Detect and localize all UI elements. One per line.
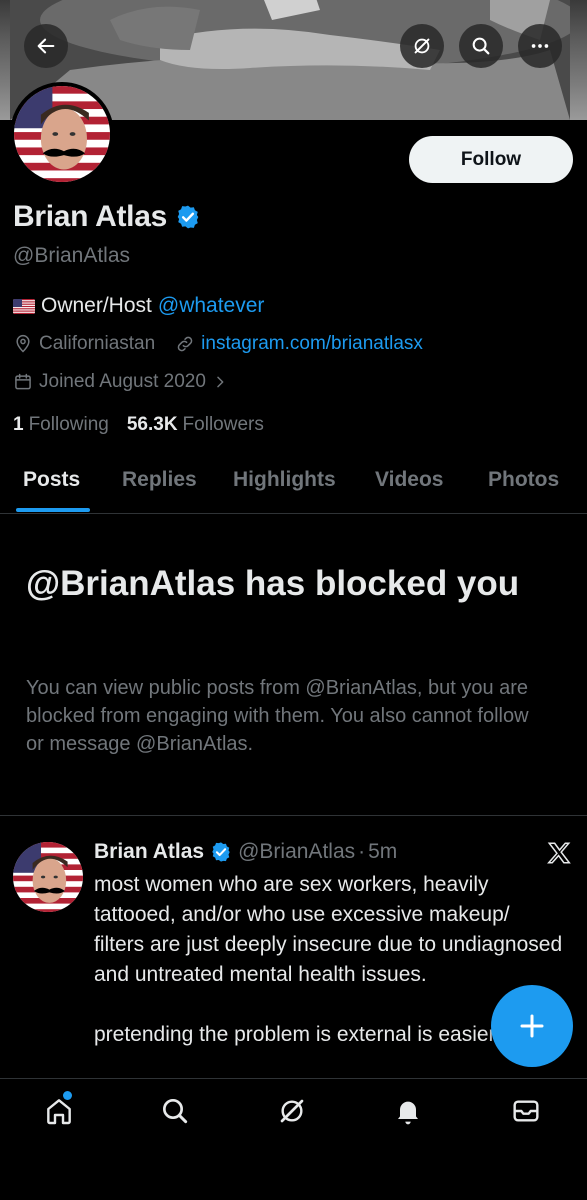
messages-icon — [513, 1100, 539, 1122]
verified-badge-icon[interactable] — [175, 204, 201, 230]
follow-button[interactable]: Follow — [409, 136, 573, 183]
more-button[interactable] — [518, 24, 562, 68]
location-item: Californiastan — [13, 333, 155, 355]
profile-name-row: Brian Atlas — [13, 200, 201, 234]
bio-mention-link[interactable]: @whatever — [158, 294, 265, 318]
tab-videos[interactable]: Videos — [375, 468, 443, 492]
verified-badge-icon — [212, 842, 230, 862]
search-icon — [163, 1099, 188, 1124]
following-count-link[interactable]: 1 Following — [13, 414, 109, 436]
grok-button[interactable] — [400, 24, 444, 68]
post-avatar[interactable] — [13, 842, 83, 912]
avatar-image — [14, 86, 110, 182]
home-notification-dot — [63, 1091, 72, 1100]
bottom-nav — [0, 1078, 587, 1200]
post-time[interactable]: 5m — [368, 840, 397, 864]
x-logo-icon — [547, 842, 571, 864]
joined-row[interactable]: Joined August 2020 — [13, 371, 248, 393]
profile-bio: Owner/Host @whatever — [13, 294, 264, 318]
post-author-handle[interactable]: @BrianAtlas — [238, 840, 355, 864]
plus-icon — [520, 1014, 544, 1038]
calendar-icon — [15, 373, 31, 390]
followers-count-link[interactable]: 56.3K Followers — [127, 414, 264, 436]
nav-notifications[interactable] — [390, 1093, 426, 1129]
profile-tabs: Posts Replies Highlights Videos Photos — [0, 452, 587, 514]
location-pin-icon — [16, 334, 30, 353]
post-separator: · — [358, 840, 366, 863]
grok-icon — [414, 38, 430, 54]
link-icon — [177, 336, 193, 352]
search-button[interactable] — [459, 24, 503, 68]
profile-meta-row: Californiastan instagram.com/brianatlasx — [13, 333, 443, 355]
back-button[interactable] — [24, 24, 68, 68]
website-link[interactable]: instagram.com/brianatlasx — [201, 333, 423, 355]
post-header: Brian Atlas @BrianAtlas · 5m — [94, 840, 397, 864]
active-tab-indicator — [16, 508, 90, 512]
notifications-icon — [398, 1101, 418, 1125]
search-icon — [472, 37, 490, 55]
compose-button[interactable] — [491, 985, 573, 1067]
bio-text: Owner/Host — [41, 294, 152, 317]
location-text: Californiastan — [39, 333, 156, 354]
joined-item: Joined August 2020 — [13, 371, 228, 393]
joined-text: Joined August 2020 — [39, 371, 206, 392]
following-count: 1 — [13, 414, 24, 435]
tab-photos[interactable]: Photos — [488, 468, 559, 492]
nav-messages[interactable] — [508, 1093, 544, 1129]
arrow-left-icon — [37, 38, 55, 54]
profile-name: Brian Atlas — [13, 200, 167, 233]
following-label: Following — [28, 414, 109, 435]
chevron-right-icon — [217, 376, 224, 388]
post-avatar-image — [13, 842, 83, 912]
us-flag-icon — [13, 298, 35, 314]
tab-highlights[interactable]: Highlights — [233, 468, 336, 492]
tab-replies[interactable]: Replies — [122, 468, 197, 492]
blocked-title: @BrianAtlas has blocked you — [26, 564, 520, 603]
blocked-message: You can view public posts from @BrianAtl… — [26, 677, 529, 755]
divider — [0, 815, 587, 816]
profile-avatar[interactable] — [10, 82, 114, 186]
more-dots-icon — [531, 44, 549, 48]
website-item[interactable]: instagram.com/brianatlasx — [175, 333, 423, 355]
nav-home[interactable] — [41, 1091, 77, 1129]
nav-search[interactable] — [157, 1093, 193, 1129]
post-author-name[interactable]: Brian Atlas — [94, 840, 204, 864]
tab-posts[interactable]: Posts — [23, 468, 80, 492]
nav-grok[interactable] — [274, 1093, 310, 1129]
grok-icon — [280, 1099, 304, 1123]
home-icon — [47, 1099, 71, 1125]
follow-counts: 1 Following 56.3K Followers — [13, 414, 264, 436]
followers-count: 56.3K — [126, 414, 178, 435]
profile-handle: @BrianAtlas — [13, 244, 131, 267]
followers-label: Followers — [182, 414, 264, 435]
